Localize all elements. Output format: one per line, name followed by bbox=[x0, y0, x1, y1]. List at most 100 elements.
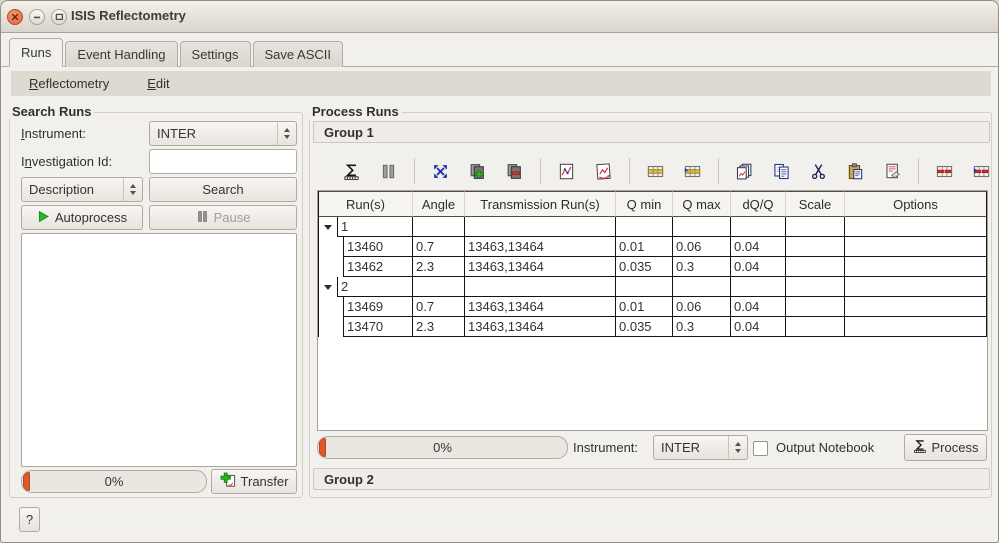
table-cell[interactable]: 0.04 bbox=[731, 297, 786, 317]
column-header[interactable]: Run(s) bbox=[319, 191, 413, 217]
insert-row-after-icon[interactable] bbox=[684, 163, 701, 180]
description-combo[interactable]: Description bbox=[21, 177, 143, 202]
expander-icon[interactable] bbox=[324, 284, 332, 290]
table-cell[interactable] bbox=[465, 277, 616, 297]
table-cell[interactable]: 13463,13464 bbox=[465, 297, 616, 317]
tab-settings[interactable]: Settings bbox=[179, 41, 251, 67]
table-cell[interactable] bbox=[786, 297, 845, 317]
table-cell[interactable] bbox=[845, 257, 987, 277]
clear-icon[interactable] bbox=[884, 163, 901, 180]
group-id-cell[interactable]: 2 bbox=[337, 277, 413, 297]
process-table-viewport[interactable]: Run(s) Angle Transmission Run(s) Q min Q max… bbox=[317, 190, 988, 431]
delete-row-icon[interactable] bbox=[936, 163, 953, 180]
group1-header[interactable]: Group 1 bbox=[313, 121, 990, 143]
table-cell[interactable] bbox=[786, 277, 845, 297]
autoprocess-button[interactable]: Autoprocess bbox=[21, 205, 143, 230]
column-header[interactable]: Q max bbox=[673, 191, 731, 217]
process-instrument-combo[interactable]: INTER bbox=[653, 435, 748, 460]
run-cell[interactable]: 13462 bbox=[343, 257, 413, 277]
close-icon[interactable] bbox=[7, 9, 23, 25]
table-cell[interactable]: 0.035 bbox=[616, 257, 673, 277]
table-cell[interactable]: 0.01 bbox=[616, 237, 673, 257]
table-cell[interactable]: 13463,13464 bbox=[465, 237, 616, 257]
table-cell[interactable] bbox=[413, 217, 465, 237]
table-cell[interactable] bbox=[413, 277, 465, 297]
table-cell[interactable]: 13463,13464 bbox=[465, 257, 616, 277]
table-cell[interactable] bbox=[845, 237, 987, 257]
transfer-button[interactable]: Transfer bbox=[211, 469, 297, 494]
group-row[interactable]: 2 bbox=[319, 277, 987, 297]
table-cell[interactable] bbox=[616, 277, 673, 297]
delete-group-icon[interactable] bbox=[506, 163, 523, 180]
run-cell[interactable]: 13469 bbox=[343, 297, 413, 317]
run-row[interactable]: 13470 2.3 13463,13464 0.035 0.3 0.04 bbox=[319, 317, 987, 337]
tab-runs[interactable]: Runs bbox=[9, 38, 64, 67]
table-cell[interactable] bbox=[845, 297, 987, 317]
spinner-arrows-icon[interactable] bbox=[277, 122, 296, 145]
column-header[interactable]: Q min bbox=[616, 191, 673, 217]
expand-all-groups-icon[interactable] bbox=[432, 163, 449, 180]
column-header[interactable]: Transmission Run(s) bbox=[465, 191, 616, 217]
instrument-combo[interactable]: INTER bbox=[149, 121, 297, 146]
delete-group-row-icon[interactable] bbox=[973, 163, 990, 180]
insert-group-icon[interactable] bbox=[469, 163, 486, 180]
plot-group-icon[interactable] bbox=[595, 162, 612, 180]
run-row[interactable]: 13460 0.7 13463,13464 0.01 0.06 0.04 bbox=[319, 237, 987, 257]
plot-runs-icon[interactable] bbox=[558, 163, 575, 180]
help-button[interactable]: ? bbox=[19, 507, 40, 532]
table-cell[interactable] bbox=[616, 217, 673, 237]
table-cell[interactable]: 0.06 bbox=[673, 237, 731, 257]
investigation-id-input[interactable] bbox=[149, 149, 297, 174]
table-cell[interactable]: 0.04 bbox=[731, 257, 786, 277]
column-header[interactable]: Scale bbox=[786, 191, 845, 217]
column-header[interactable]: dQ/Q bbox=[731, 191, 786, 217]
search-button[interactable]: Search bbox=[149, 177, 297, 202]
titlebar[interactable]: ISIS Reflectometry bbox=[1, 1, 998, 33]
table-cell[interactable] bbox=[845, 217, 987, 237]
table-cell[interactable]: 13463,13464 bbox=[465, 317, 616, 337]
search-results-list[interactable] bbox=[21, 233, 297, 467]
group-id-cell[interactable]: 1 bbox=[337, 217, 413, 237]
table-cell[interactable] bbox=[786, 237, 845, 257]
run-row[interactable]: 13469 0.7 13463,13464 0.01 0.06 0.04 bbox=[319, 297, 987, 317]
table-cell[interactable] bbox=[465, 217, 616, 237]
column-header[interactable]: Options bbox=[845, 191, 987, 217]
column-header[interactable]: Angle bbox=[413, 191, 465, 217]
expander-cell[interactable] bbox=[319, 277, 337, 297]
table-cell[interactable]: 0.3 bbox=[673, 257, 731, 277]
table-cell[interactable] bbox=[731, 277, 786, 297]
table-cell[interactable]: 0.3 bbox=[673, 317, 731, 337]
run-cell[interactable]: 13470 bbox=[343, 317, 413, 337]
table-cell[interactable]: 0.04 bbox=[731, 237, 786, 257]
tab-event-handling[interactable]: Event Handling bbox=[65, 41, 178, 67]
maximize-icon[interactable] bbox=[51, 9, 67, 25]
process-icon[interactable] bbox=[343, 163, 360, 180]
table-cell[interactable] bbox=[731, 217, 786, 237]
table-cell[interactable]: 0.035 bbox=[616, 317, 673, 337]
output-notebook-checkbox[interactable] bbox=[753, 441, 768, 456]
minimize-icon[interactable] bbox=[29, 9, 45, 25]
pause-search-button[interactable]: Pause bbox=[149, 205, 297, 230]
cut-icon[interactable] bbox=[810, 163, 827, 180]
expander-cell[interactable] bbox=[319, 217, 337, 237]
paste-icon[interactable] bbox=[847, 162, 864, 180]
table-cell[interactable] bbox=[673, 277, 731, 297]
table-cell[interactable]: 0.7 bbox=[413, 237, 465, 257]
expander-icon[interactable] bbox=[324, 224, 332, 230]
table-cell[interactable]: 0.04 bbox=[731, 317, 786, 337]
table-cell[interactable]: 0.7 bbox=[413, 297, 465, 317]
table-cell[interactable] bbox=[845, 277, 987, 297]
spinner-arrows-icon[interactable] bbox=[123, 178, 142, 201]
run-row[interactable]: 13462 2.3 13463,13464 0.035 0.3 0.04 bbox=[319, 257, 987, 277]
table-cell[interactable] bbox=[673, 217, 731, 237]
process-button[interactable]: Process bbox=[904, 434, 987, 461]
tab-save-ascii[interactable]: Save ASCII bbox=[252, 41, 343, 67]
group-rows-icon[interactable] bbox=[736, 163, 753, 180]
group2-header[interactable]: Group 2 bbox=[313, 468, 990, 490]
menu-reflectometry[interactable]: Reflectometry bbox=[29, 76, 109, 91]
table-cell[interactable]: 0.06 bbox=[673, 297, 731, 317]
copy-icon[interactable] bbox=[773, 163, 790, 180]
table-cell[interactable]: 0.01 bbox=[616, 297, 673, 317]
insert-row-icon[interactable] bbox=[647, 163, 664, 180]
table-cell[interactable]: 2.3 bbox=[413, 257, 465, 277]
